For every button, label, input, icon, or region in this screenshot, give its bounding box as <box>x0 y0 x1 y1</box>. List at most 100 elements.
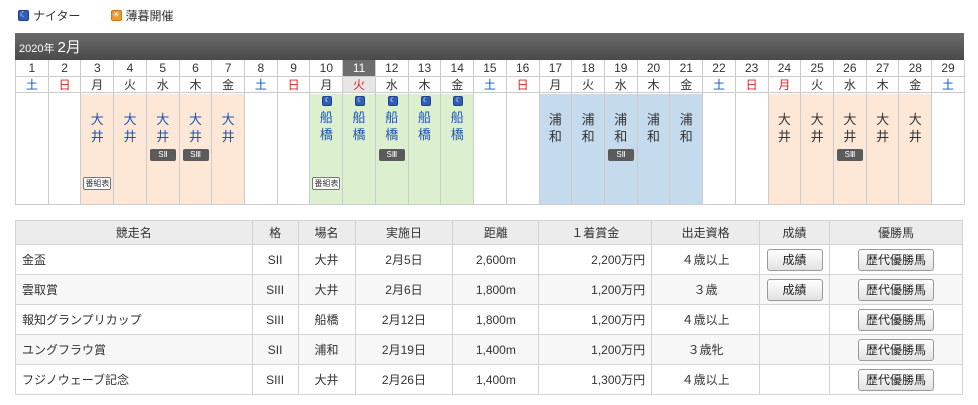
day-number: 23 <box>735 60 768 77</box>
venue-char[interactable]: 橋 <box>343 127 375 143</box>
grade-badge[interactable]: SⅡ <box>149 149 176 161</box>
day-cell[interactable]: 大井 SⅢ <box>834 94 866 205</box>
table-row: 報知グランプリカップ SIII 船橋 2月12日 1,800m 1,200万円 ４歳以上 歴代… <box>15 304 963 335</box>
day-cell[interactable]: 浦和 SⅡ <box>604 94 637 205</box>
day-cell[interactable]: 大井 <box>866 94 899 205</box>
day-cell[interactable]: ☾ 船橋 SⅢ <box>375 94 408 205</box>
day-cell[interactable]: 浦和 <box>572 94 604 205</box>
grade-badge[interactable]: SⅢ <box>182 149 209 161</box>
grade-badge[interactable]: SⅡ <box>607 149 634 161</box>
grade-badge[interactable]: SⅢ <box>378 149 405 161</box>
venue-char[interactable]: 浦 <box>670 112 702 128</box>
day-cell <box>703 94 735 205</box>
race-venue: 船橋 <box>297 304 356 335</box>
day-cell[interactable]: 大井 SⅢ <box>179 94 212 205</box>
day-number: 7 <box>212 60 245 77</box>
venue-char[interactable]: 船 <box>376 110 408 126</box>
venue-char[interactable]: 和 <box>605 129 637 145</box>
day-cell[interactable]: 大井 <box>212 94 245 205</box>
venue-char[interactable]: 井 <box>769 129 801 145</box>
venue-char[interactable]: 井 <box>114 129 146 145</box>
venue-char[interactable]: 橋 <box>441 127 473 143</box>
day-cell[interactable]: 浦和 <box>637 94 670 205</box>
day-number: 19 <box>604 60 637 77</box>
weekday-label: 水 <box>834 77 866 93</box>
venue-char[interactable]: 井 <box>180 129 212 145</box>
venue-char[interactable]: 船 <box>409 110 441 126</box>
past-winners-button[interactable]: 歴代優勝馬 <box>858 278 934 301</box>
venue-char[interactable]: 橋 <box>310 127 342 143</box>
venue-char[interactable]: 和 <box>540 129 572 145</box>
venue-char[interactable]: 船 <box>310 110 342 126</box>
venue-char[interactable]: 船 <box>441 110 473 126</box>
weekday-label: 火 <box>572 77 604 93</box>
day-cell[interactable]: 大井 <box>801 94 833 205</box>
moon-icon: ☾ <box>322 96 333 106</box>
result-button[interactable]: 成績 <box>766 278 823 301</box>
program-button[interactable]: 番組表 <box>83 177 112 190</box>
venue-char[interactable]: 和 <box>638 129 670 145</box>
venue-char[interactable]: 井 <box>899 129 931 145</box>
past-winners-button[interactable]: 歴代優勝馬 <box>858 338 934 361</box>
venue-char[interactable]: 橋 <box>376 127 408 143</box>
day-cell[interactable]: 浦和 <box>670 94 703 205</box>
venue-char[interactable]: 井 <box>801 129 833 145</box>
weekday-label: 土 <box>474 77 506 93</box>
venue-char[interactable]: 井 <box>81 129 113 145</box>
moon-icon: ☾ <box>420 96 431 106</box>
venue-char[interactable]: 井 <box>147 129 179 145</box>
venue-char[interactable]: 大 <box>212 112 244 128</box>
venue-char[interactable]: 井 <box>212 129 244 145</box>
grade-badge[interactable]: SⅢ <box>837 149 863 161</box>
weekday-label: 金 <box>212 77 245 93</box>
calendar-day: 27 木大井 <box>866 60 900 205</box>
venue-char[interactable]: 浦 <box>572 112 604 128</box>
venue-char[interactable]: 浦 <box>540 112 572 128</box>
day-cell[interactable]: 大井 <box>114 94 146 205</box>
venue-char[interactable]: 浦 <box>605 112 637 128</box>
weekday-label: 水 <box>146 77 179 93</box>
venue-char[interactable]: 大 <box>81 112 113 128</box>
program-button[interactable]: 番組表 <box>312 177 341 190</box>
past-winners-button[interactable]: 歴代優勝馬 <box>858 368 934 391</box>
venue-char[interactable]: 大 <box>867 112 899 128</box>
day-cell[interactable]: ☾ 船橋 <box>343 94 375 205</box>
venue-char[interactable]: 大 <box>180 112 212 128</box>
calendar-year: 2020年 <box>19 43 55 55</box>
day-cell[interactable]: ☾ 船橋 <box>441 94 474 205</box>
race-prize: 2,200万円 <box>538 244 653 275</box>
table-row: 雲取賞 SIII 大井 2月6日 1,800m 1,200万円 ３歳 成績 歴代優勝馬 <box>15 274 963 305</box>
venue-char[interactable]: 大 <box>114 112 146 128</box>
venue-char[interactable]: 大 <box>147 112 179 128</box>
past-winners-button[interactable]: 歴代優勝馬 <box>858 308 934 331</box>
day-cell[interactable]: 浦和 <box>539 94 572 205</box>
venue-char[interactable]: 井 <box>834 129 866 145</box>
day-cell[interactable]: ☾ 船橋 <box>408 94 441 205</box>
venue-char[interactable]: 大 <box>769 112 801 128</box>
legend-night: ☾ ナイター <box>18 7 81 24</box>
moon-icon: ☾ <box>18 9 29 21</box>
venue-char[interactable]: 和 <box>670 129 702 145</box>
venue-char[interactable]: 和 <box>572 129 604 145</box>
day-cell[interactable]: 大井番組表 <box>81 94 114 205</box>
calendar-day: 8土 <box>245 60 278 205</box>
venue-char[interactable]: 大 <box>899 112 931 128</box>
result-button[interactable]: 成績 <box>766 248 823 271</box>
day-cell[interactable]: 大井 <box>768 94 801 205</box>
legend-night-label: ナイター <box>33 8 81 23</box>
venue-char[interactable]: 大 <box>801 112 833 128</box>
venue-char[interactable]: 浦 <box>638 112 670 128</box>
venue-char[interactable]: 船 <box>343 110 375 126</box>
day-cell[interactable]: 大井 SⅡ <box>146 94 179 205</box>
moon-icon: ☾ <box>453 96 464 106</box>
day-cell[interactable]: ☾ 船橋番組表 <box>310 94 343 205</box>
day-cell <box>48 94 81 205</box>
venue-char[interactable]: 橋 <box>409 127 441 143</box>
venue-char[interactable]: 大 <box>834 112 866 128</box>
weekday-label: 土 <box>16 77 48 93</box>
past-winners-button[interactable]: 歴代優勝馬 <box>858 248 934 271</box>
day-cell[interactable]: 大井 <box>899 94 932 205</box>
venue-char[interactable]: 井 <box>867 129 899 145</box>
calendar-day: 26 水大井 SⅢ <box>834 60 867 205</box>
race-prize: 1,200万円 <box>538 304 653 335</box>
